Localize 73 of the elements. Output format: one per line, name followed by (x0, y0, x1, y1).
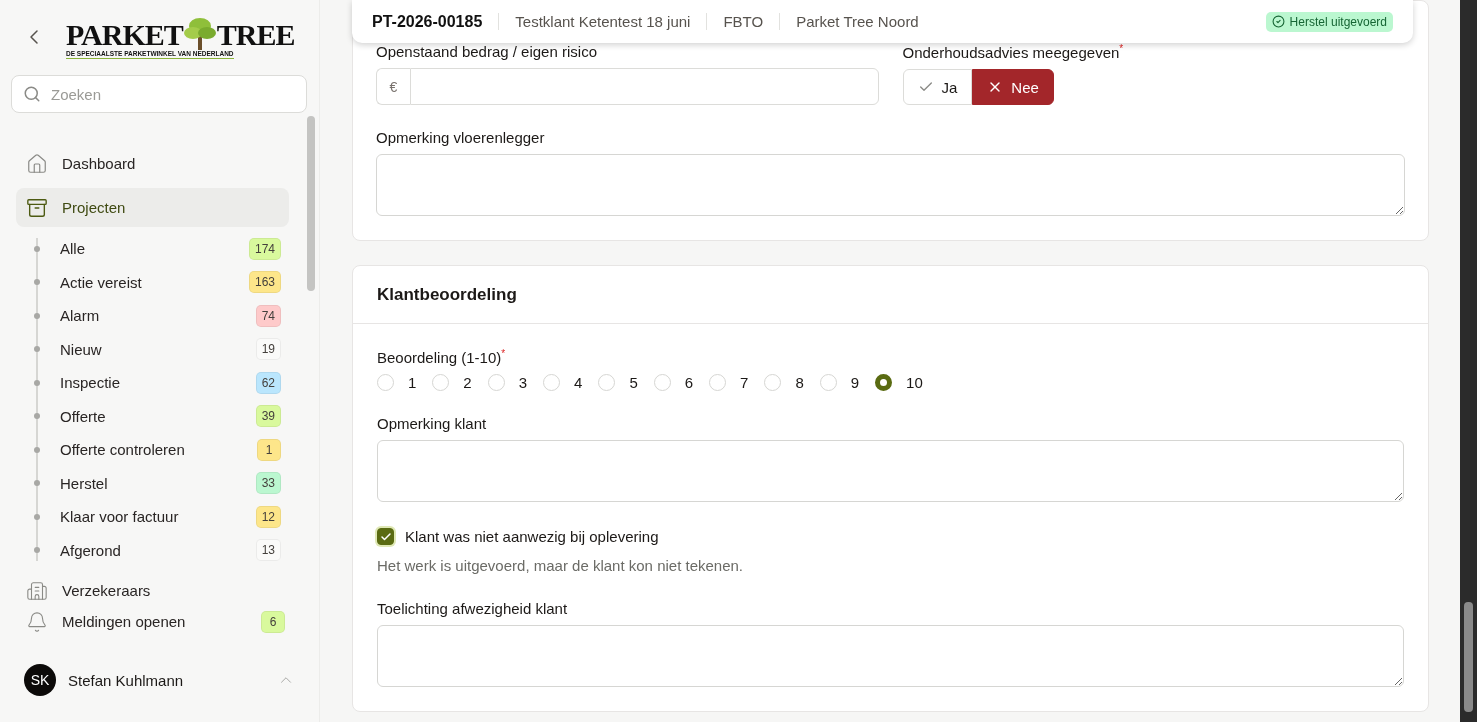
rating-option[interactable]: 8 (764, 374, 804, 391)
home-icon (26, 152, 48, 175)
count-badge: 33 (255, 472, 281, 495)
rating-option[interactable]: 1 (377, 374, 417, 391)
field-label: Opmerking vloerenlegger (376, 129, 546, 146)
search-icon (23, 85, 41, 103)
rating-option[interactable]: 10 (875, 374, 923, 391)
scrollbar-thumb[interactable] (307, 116, 315, 291)
currency-prefix: € (376, 68, 410, 105)
radio[interactable] (875, 374, 893, 391)
nav-subitem[interactable]: Alle 174 (16, 232, 289, 266)
nav-item[interactable]: Verzekeraars (16, 571, 289, 600)
amount-field[interactable] (410, 68, 879, 105)
nav-subitem[interactable]: Afgerond 13 (16, 533, 289, 567)
rating-option[interactable]: 5 (598, 374, 638, 391)
field-label: Openstaand bedrag / eigen risico (376, 43, 598, 60)
header-field: Testklant Ketentest 18 juni (498, 13, 707, 30)
rating-option[interactable]: 3 (487, 374, 528, 391)
header-field: Parket Tree Noord (779, 13, 935, 30)
rating-option[interactable]: 9 (819, 374, 860, 391)
box-icon (26, 196, 48, 219)
count-badge: 74 (255, 304, 281, 327)
card-title: Klantbeoordeling (353, 266, 1428, 324)
rating-option[interactable]: 2 (432, 374, 472, 391)
nav-subitem[interactable]: Inspectie 62 (16, 366, 289, 400)
nav-subitem[interactable]: Herstel 33 (16, 466, 289, 500)
nav-subitem[interactable]: Alarm 74 (16, 299, 289, 333)
text-area[interactable] (376, 154, 1405, 216)
count-badge: 163 (248, 271, 281, 294)
tree-icon (182, 15, 217, 50)
field-label: Beoordeling (1-10)$^{*}$ (377, 348, 507, 366)
count-badge: 39 (255, 405, 281, 428)
header-field: FBTO (706, 13, 780, 30)
check-circle-icon (1271, 15, 1285, 28)
count-badge: 6 (261, 610, 285, 633)
rating-option[interactable]: 7 (709, 374, 749, 391)
count-badge: 19 (255, 338, 281, 361)
rating-option[interactable]: 4 (543, 374, 583, 391)
text-area[interactable] (377, 625, 1404, 687)
status-badge: Herstel uitgevoerd (1265, 11, 1393, 32)
nav-item[interactable]: Projecten (16, 188, 289, 227)
field-label: Onderhoudsadvies meegegeven$^{*}$ (902, 43, 1125, 61)
count-badge: 1 (257, 438, 281, 461)
logo-wordmark: TREE (216, 19, 295, 50)
check-icon (379, 530, 392, 543)
toggle-option[interactable]: Ja (902, 69, 973, 105)
project-id: PT-2026-00185 (372, 12, 484, 31)
bell-icon (26, 610, 48, 633)
nav-subitem[interactable]: Klaar voor factuur 12 (16, 500, 289, 534)
search-field[interactable]: Zoeken (11, 75, 307, 113)
count-badge: 174 (248, 237, 281, 260)
field-label: Opmerking klant (377, 415, 488, 432)
user-name: Stefan Kuhlmann (68, 671, 185, 689)
field-label: Toelichting afwezigheid klant (377, 600, 569, 617)
nav-item[interactable]: Dashboard (16, 144, 289, 183)
user-avatar: SK (24, 664, 56, 696)
logo-wordmark: PARKET (66, 19, 183, 50)
nav-subitem[interactable]: Actie vereist 163 (16, 265, 289, 299)
toggle-option[interactable]: Nee (972, 69, 1054, 105)
rating-option[interactable]: 6 (653, 374, 694, 391)
checkbox[interactable] (377, 528, 394, 545)
checkbox-label: Klant was niet aanwezig bij oplevering (405, 528, 659, 545)
count-badge: 62 (255, 371, 281, 394)
nav-subitem[interactable]: Nieuw 19 (16, 332, 289, 366)
building-icon (26, 579, 48, 600)
count-badge: 13 (255, 539, 281, 562)
nav-subitem[interactable]: Offerte controleren 1 (16, 433, 289, 467)
notifications-item[interactable]: Meldingen openen 6 (16, 602, 295, 641)
nav-subitem[interactable]: Offerte 39 (16, 399, 289, 433)
hint-text: Het werk is uitgevoerd, maar de klant kon niet tekenen. (377, 557, 745, 574)
count-badge: 12 (255, 505, 281, 528)
scrollbar-thumb[interactable] (1464, 602, 1473, 712)
text-area[interactable] (377, 440, 1404, 502)
